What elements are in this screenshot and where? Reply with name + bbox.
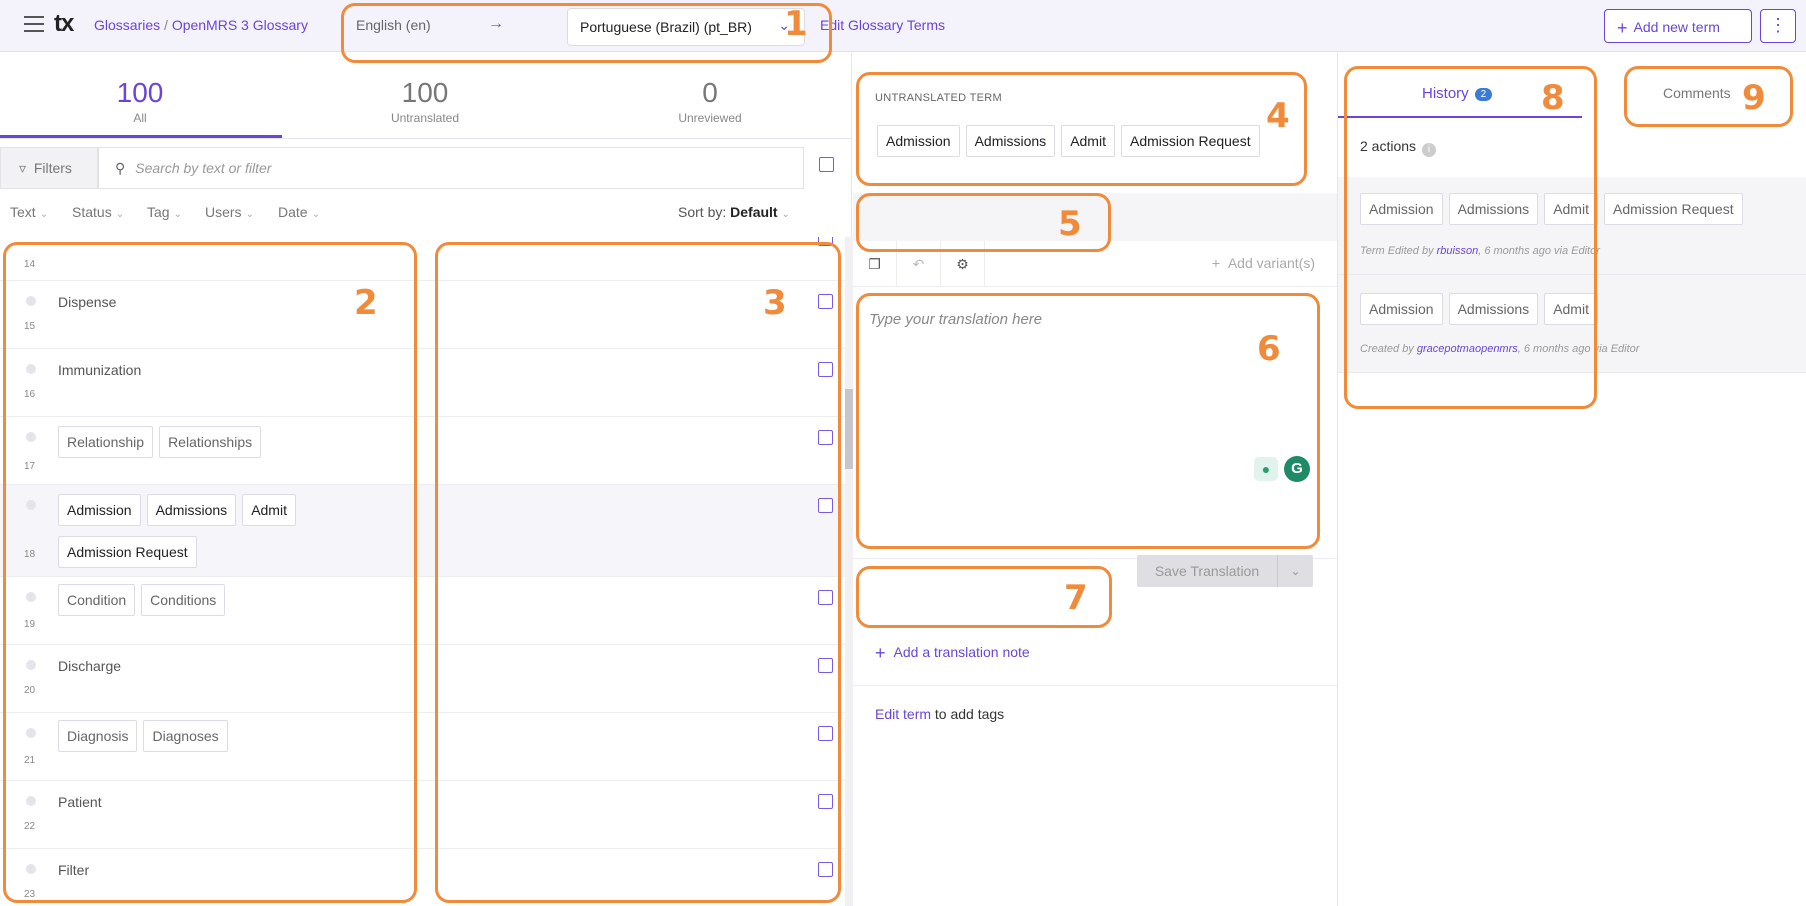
counter-label: Unreviewed [678,111,742,125]
annotation-box-9 [1624,66,1793,127]
filter-date-dropdown[interactable]: Date ⌄ [278,204,320,220]
annotation-number: 9 [1742,78,1766,118]
filter-icon: ▿ [19,160,27,176]
tab-all[interactable]: 100 All [50,77,230,125]
scrollbar-thumb[interactable] [845,389,853,469]
filter-status-dropdown[interactable]: Status ⌄ [72,204,124,220]
tags-hint: Edit term to add tags [875,706,1004,722]
tab-unreviewed[interactable]: 0 Unreviewed [620,77,800,125]
filter-users-dropdown[interactable]: Users ⌄ [205,204,254,220]
filter-label: Status [72,204,112,220]
breadcrumb-current[interactable]: OpenMRS 3 Glossary [172,17,308,33]
counter-label: Untranslated [390,111,460,125]
select-all-checkbox[interactable] [819,157,834,172]
tags-hint-suffix: to add tags [931,706,1005,722]
scrollbar[interactable] [845,237,853,906]
add-variants-label: Add variant(s) [1227,255,1315,271]
filter-tag-dropdown[interactable]: Tag ⌄ [147,204,182,220]
filter-text-dropdown[interactable]: Text ⌄ [10,204,48,220]
annotation-number: 5 [1058,204,1082,244]
annotation-box-3 [435,242,841,903]
counter-value: 100 [401,77,449,108]
plus-icon: + [1617,18,1628,38]
annotation-number: 4 [1266,96,1290,136]
plus-icon: + [1211,255,1221,271]
filters-label: Filters [33,160,72,176]
plus-icon: + [875,643,886,663]
counter-value: 100 [116,77,164,108]
annotation-number: 8 [1541,78,1565,118]
add-new-term-button[interactable]: + Add new term [1604,9,1752,43]
app-logo[interactable]: tx [54,10,74,38]
annotation-box-2 [3,242,417,903]
annotation-number: 3 [763,283,787,323]
hamburger-menu-icon[interactable] [24,16,44,32]
divider [853,685,1337,686]
save-options-chevron-icon[interactable]: ⌄ [1277,555,1313,587]
divider [0,138,852,139]
breadcrumb: Glossaries / OpenMRS 3 Glossary [94,17,308,33]
annotation-box-1 [341,3,832,63]
annotation-number: 7 [1064,578,1088,618]
filter-label: Users [205,204,242,220]
term-chip: Admission Request [1603,193,1743,225]
annotation-box-4 [856,72,1307,186]
edit-glossary-terms-link[interactable]: Edit Glossary Terms [820,17,945,33]
annotation-box-6 [856,293,1320,549]
sort-value: Default [730,204,778,220]
breadcrumb-glossaries[interactable]: Glossaries [94,17,160,33]
filter-label: Text [10,204,36,220]
search-placeholder: Search by text or filter [135,160,272,176]
search-input[interactable]: ⚲ Search by text or filter [98,147,804,189]
annotation-number: 1 [784,4,808,44]
add-translation-note-button[interactable]: + Add a translation note [875,643,1030,664]
sort-dropdown[interactable]: Sort by: Default ⌄ [678,204,790,220]
more-options-button[interactable]: ⋮ [1760,9,1796,43]
counter-value: 0 [702,77,718,108]
filter-label: Date [278,204,308,220]
save-translation-button[interactable]: Save Translation [1137,555,1277,587]
add-variants-button[interactable]: + Add variant(s) [1212,255,1315,271]
annotation-number: 6 [1257,329,1281,369]
search-icon: ⚲ [115,160,126,176]
filters-button[interactable]: ▿ Filters [0,147,98,189]
add-note-label: Add a translation note [893,644,1030,660]
annotation-number: 2 [354,283,378,323]
top-bar: tx Glossaries / OpenMRS 3 Glossary Engli… [0,0,1806,52]
tab-untranslated[interactable]: 100 Untranslated [335,77,515,125]
counter-label: All [133,111,147,125]
edit-term-link[interactable]: Edit term [875,706,931,722]
sort-prefix: Sort by: [678,204,727,220]
breadcrumb-separator: / [160,17,172,33]
filter-label: Tag [147,204,170,220]
add-new-term-label: Add new term [1633,19,1720,35]
